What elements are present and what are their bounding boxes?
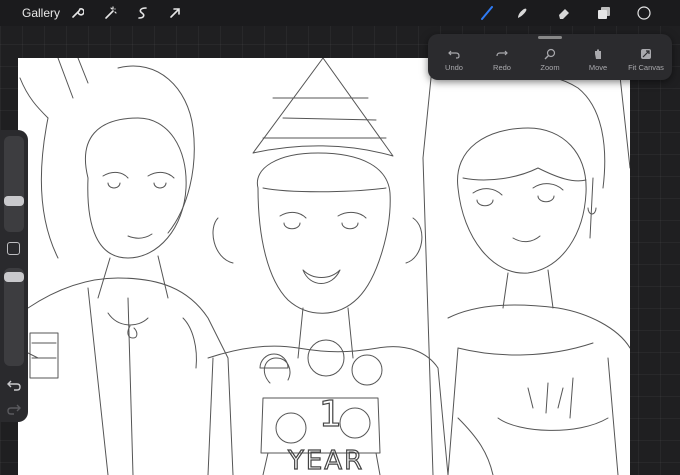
brush-size-slider[interactable] [4,136,24,232]
zoom-label: Zoom [540,63,560,72]
modify-square-icon[interactable] [7,242,20,255]
color-swatch-icon[interactable] [635,4,653,22]
left-sidebar [0,130,28,422]
top-toolbar: Gallery [0,0,680,26]
redo-icon [496,50,508,57]
brush-size-slider-thumb[interactable] [4,196,24,207]
undo-icon[interactable] [6,378,22,392]
sketch-artwork: YEAR 1 [18,58,630,475]
opacity-slider[interactable] [4,268,24,366]
zoom-button[interactable]: Zoom [526,48,574,72]
selection-icon[interactable] [134,4,152,22]
magic-wand-icon[interactable] [101,4,119,22]
smudge-icon[interactable] [513,4,531,22]
opacity-slider-thumb[interactable] [4,272,24,283]
brush-icon[interactable] [478,4,496,22]
fit-canvas-icon [641,49,651,59]
cake-text-one: 1 [319,394,342,435]
redo-button[interactable]: Redo [478,48,526,72]
gallery-button[interactable]: Gallery [22,6,60,20]
move-button[interactable]: Move [574,48,622,72]
eraser-icon[interactable] [555,4,573,22]
wrench-icon[interactable] [68,4,86,22]
redo-icon[interactable] [6,402,22,416]
layers-icon[interactable] [595,4,613,22]
drag-handle[interactable] [538,36,562,39]
redo-label: Redo [493,63,511,72]
cake-text-year: YEAR [287,446,364,475]
undo-label: Undo [445,63,463,72]
move-hand-icon [595,49,601,59]
zoom-icon [544,48,556,60]
transform-arrow-icon[interactable] [166,4,184,22]
fit-canvas-label: Fit Canvas [628,63,664,72]
undo-button[interactable]: Undo [430,48,478,72]
drawing-canvas[interactable]: YEAR 1 [18,58,630,475]
fit-canvas-button[interactable]: Fit Canvas [622,48,670,72]
gesture-shortcut-menu: Undo Redo Zoom Move Fit Canvas [428,34,672,80]
undo-icon [448,50,460,59]
move-label: Move [588,63,608,72]
